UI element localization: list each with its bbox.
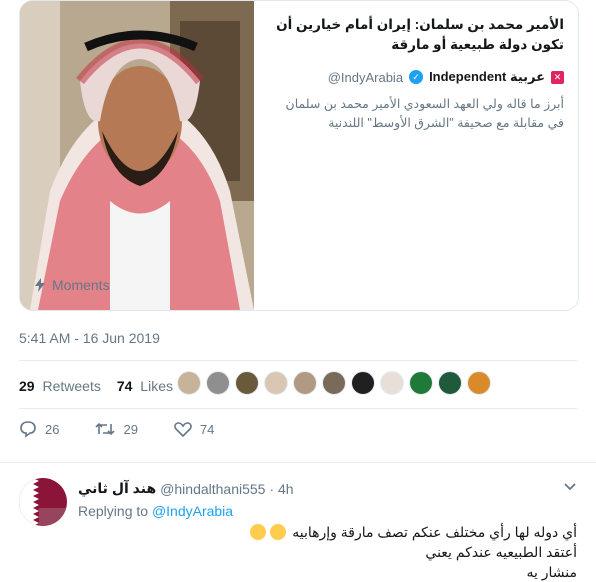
liker-avatar[interactable] [235,371,259,395]
heart-icon [174,422,192,437]
card-source-handle: @IndyArabia [327,69,404,85]
moments-label: Moments [52,277,110,293]
reply-author-name[interactable]: هند آل ثاني [78,480,156,497]
reply-count: 26 [45,421,60,437]
liker-avatar[interactable] [206,371,230,395]
avatar[interactable] [19,478,67,526]
liker-avatar[interactable] [467,371,491,395]
card-body: الأمير محمد بن سلمان: إيران أمام خيارين … [254,1,578,310]
divider [19,408,577,409]
chevron-down-icon[interactable] [563,482,577,492]
like-count: 74 [199,421,215,437]
retweet-button[interactable]: 29 [95,421,138,437]
reply-author-handle[interactable]: @hindalthani555 [160,481,265,497]
card-source-name: Independent عربية [429,69,545,84]
card-source: ✕ Independent عربية ✓ @IndyArabia [268,69,564,85]
reply-line-3: منشار يه [526,564,577,580]
card-headline: الأمير محمد بن سلمان: إيران أمام خيارين … [276,17,564,52]
lightning-icon [35,278,45,292]
thinking-face-icon [270,524,287,540]
liker-avatar[interactable] [438,371,462,395]
liker-avatar[interactable] [351,371,375,395]
moments-link[interactable]: Moments [34,277,110,293]
liker-avatar[interactable] [380,371,404,395]
like-button[interactable]: 74 [174,421,214,437]
tweet-actions: 26 29 74 [19,420,214,438]
retweets-stat[interactable]: 29 Retweets [19,378,101,394]
retweets-label: Retweets [42,378,101,394]
divider [19,360,577,361]
liker-avatar[interactable] [293,371,317,395]
reply-line-1-text: أي دوله لها رأي مختلف عنكم تصف مارقة وإر… [292,524,577,540]
likes-label: Likes [140,378,173,394]
reply-header: هند آل ثاني @hindalthani555 · 4h [78,480,294,497]
liker-avatar[interactable] [322,371,346,395]
liker-avatar[interactable] [264,371,288,395]
replying-to: Replying to @IndyArabia [78,503,233,519]
card-description: أبرز ما قاله ولي العهد السعودي الأمير مح… [285,97,564,130]
liker-avatar[interactable] [409,371,433,395]
thinking-face-icon [250,524,267,540]
replying-prefix: Replying to [78,503,149,519]
likes-stat[interactable]: 74 Likes [117,378,173,394]
retweets-count: 29 [19,378,35,394]
liker-avatar[interactable] [177,371,201,395]
tweet-stats: 29 Retweets 74 Likes [19,373,173,399]
reply-button[interactable]: 26 [19,420,59,438]
likers-avatars [177,371,491,395]
replying-to-link[interactable]: @IndyArabia [152,503,233,519]
likes-count: 74 [116,378,133,394]
retweet-icon [95,422,116,436]
reply-line-2: أعتقد الطبيعيه عندكم يعني [425,544,577,560]
link-card[interactable]: الأمير محمد بن سلمان: إيران أمام خيارين … [19,0,579,311]
reply-time[interactable]: · 4h [269,481,293,497]
card-photo [20,1,254,310]
reply-icon [20,421,36,438]
reply-line-1: أي دوله لها رأي مختلف عنكم تصف مارقة وإر… [97,522,577,542]
tweet-timestamp[interactable]: 5:41 AM - 16 Jun 2019 [19,330,160,346]
reply-text: أي دوله لها رأي مختلف عنكم تصف مارقة وإر… [97,522,577,582]
independent-logo-icon: ✕ [551,70,564,84]
divider [0,462,596,463]
retweet-count: 29 [123,421,138,437]
verified-icon: ✓ [409,70,424,84]
